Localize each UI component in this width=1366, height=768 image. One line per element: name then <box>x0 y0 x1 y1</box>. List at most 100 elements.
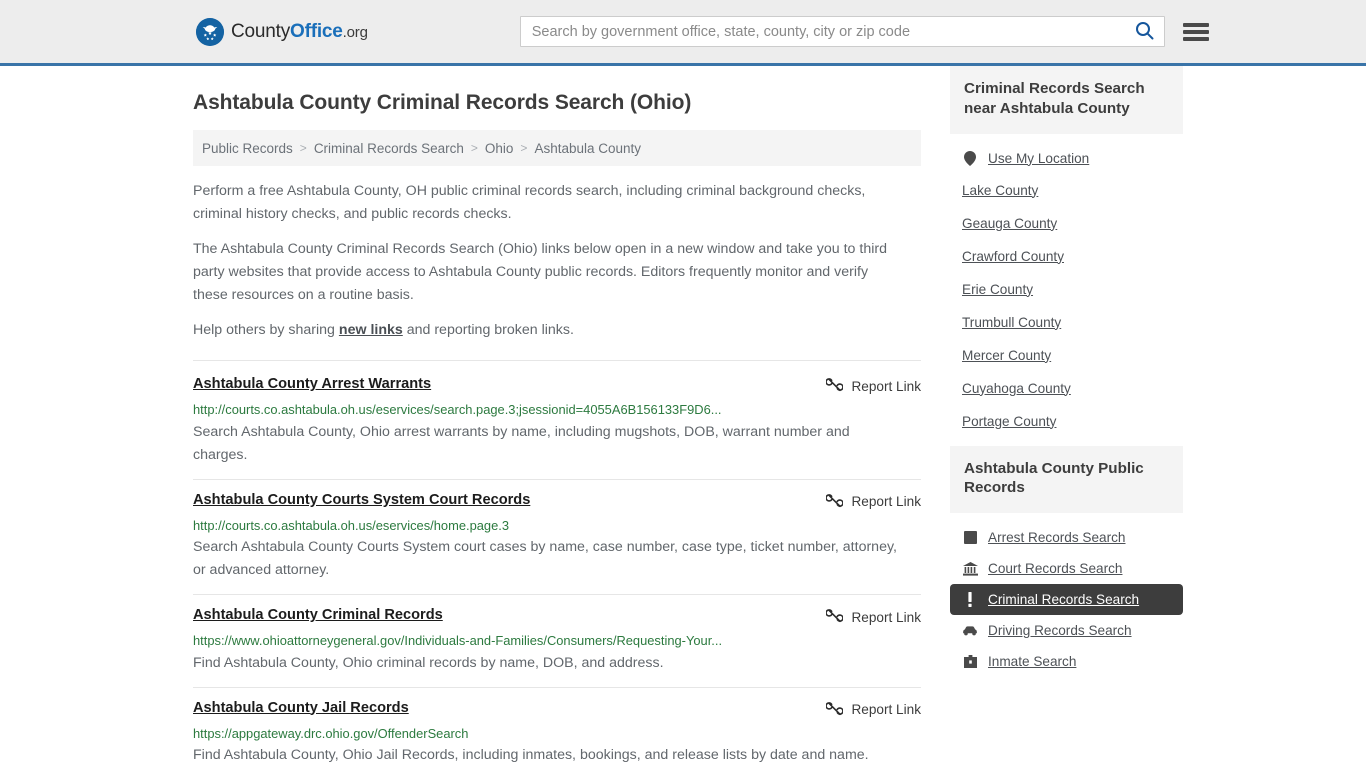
broken-link-icon <box>825 700 845 720</box>
search-input[interactable] <box>519 16 1165 47</box>
report-link-button[interactable]: Report Link <box>825 376 921 396</box>
result-header: Ashtabula County Arrest Warrants Report L… <box>193 375 921 396</box>
nearby-county-link[interactable]: Portage County <box>950 405 1183 438</box>
result-title-link[interactable]: Ashtabula County Criminal Records <box>193 606 443 625</box>
public-records-link-label: Court Records Search <box>988 561 1123 576</box>
jail-building-icon <box>962 655 978 668</box>
report-link-button[interactable]: Report Link <box>825 607 921 627</box>
public-records-link-label: Arrest Records Search <box>988 530 1126 545</box>
site-logo-text: CountyOffice.org <box>231 22 368 41</box>
hamburger-bar <box>1182 22 1209 27</box>
new-links-link[interactable]: new links <box>339 322 403 338</box>
nearby-county-link[interactable]: Trumbull County <box>950 306 1183 339</box>
public-records-link-list: Arrest Records Search Court Records Searc… <box>950 513 1183 677</box>
result-url[interactable]: https://appgateway.drc.ohio.gov/Offender… <box>193 725 921 742</box>
map-pin-icon <box>962 150 978 166</box>
report-link-label: Report Link <box>851 609 921 625</box>
result-header: Ashtabula County Jail Records Report Link <box>193 699 921 720</box>
result-url[interactable]: http://courts.co.ashtabula.oh.us/eservic… <box>193 517 921 534</box>
intro-paragraph-3: Help others by sharing new links and rep… <box>193 319 905 342</box>
report-link-label: Report Link <box>851 378 921 394</box>
report-link-button[interactable]: Report Link <box>825 492 921 512</box>
public-records-link[interactable]: Court Records Search <box>950 553 1183 584</box>
logo-text-part3: .org <box>342 24 368 41</box>
nearby-panel-heading: Criminal Records Search near Ashtabula C… <box>950 66 1183 134</box>
result-header: Ashtabula County Criminal Records Report … <box>193 606 921 627</box>
result-title-link[interactable]: Ashtabula County Arrest Warrants <box>193 375 431 394</box>
page-title: Ashtabula County Criminal Records Search… <box>193 91 692 114</box>
public-records-link[interactable]: Arrest Records Search <box>950 522 1183 553</box>
public-records-link[interactable]: Driving Records Search <box>950 615 1183 646</box>
search-icon <box>1135 21 1154 43</box>
breadcrumb-item-ashtabula-county[interactable]: Ashtabula County <box>534 141 641 156</box>
logo-text-part2: Office <box>290 21 343 42</box>
result-description: Search Ashtabula County, Ohio arrest war… <box>193 423 850 463</box>
hamburger-bar <box>1182 36 1209 41</box>
broken-link-icon <box>825 376 845 396</box>
intro-p3-after: and reporting broken links. <box>402 322 574 339</box>
broken-link-icon <box>825 492 845 512</box>
breadcrumb-separator: > <box>520 141 528 156</box>
sidebar: Criminal Records Search near Ashtabula C… <box>950 66 1183 685</box>
courthouse-icon <box>962 561 978 576</box>
public-records-link-label: Inmate Search <box>988 654 1077 669</box>
use-my-location-link[interactable]: Use My Location <box>950 143 1183 174</box>
exclamation-mark-icon <box>962 592 978 607</box>
nearby-county-link[interactable]: Mercer County <box>950 339 1183 372</box>
car-icon <box>962 625 978 636</box>
logo-text-part1: County <box>231 21 291 42</box>
nearby-panel: Criminal Records Search near Ashtabula C… <box>950 66 1183 438</box>
search-button[interactable] <box>1128 16 1162 47</box>
nearby-county-link[interactable]: Erie County <box>950 273 1183 306</box>
breadcrumb-item-ohio[interactable]: Ohio <box>485 141 514 156</box>
nearby-county-link[interactable]: Crawford County <box>950 240 1183 273</box>
result-title-link[interactable]: Ashtabula County Courts System Court Rec… <box>193 491 530 510</box>
hamburger-bar <box>1182 29 1209 34</box>
result-item: Ashtabula County Jail Records Report Link… <box>193 688 921 768</box>
public-records-link-label: Driving Records Search <box>988 623 1132 638</box>
result-url[interactable]: http://courts.co.ashtabula.oh.us/eservic… <box>193 401 921 418</box>
site-header: CountyOffice.org <box>0 0 1366 63</box>
breadcrumb-item-public-records[interactable]: Public Records <box>202 141 293 156</box>
nearby-county-link[interactable]: Cuyahoga County <box>950 372 1183 405</box>
public-records-panel: Ashtabula County Public Records Arrest R… <box>950 445 1183 678</box>
result-description: Find Ashtabula County, Ohio criminal rec… <box>193 654 664 671</box>
nearby-county-list: Lake County Geauga County Crawford County E… <box>950 174 1183 438</box>
report-link-button[interactable]: Report Link <box>825 700 921 720</box>
intro-text: Perform a free Ashtabula County, OH publ… <box>193 180 921 342</box>
report-link-label: Report Link <box>851 702 921 718</box>
main-content: Ashtabula County Criminal Records Search… <box>193 66 921 768</box>
breadcrumb: Public Records > Criminal Records Search… <box>193 130 921 167</box>
public-records-panel-heading: Ashtabula County Public Records <box>950 445 1183 513</box>
result-item: Ashtabula County Courts System Court Rec… <box>193 480 921 596</box>
intro-p3-before: Help others by sharing <box>193 322 339 339</box>
report-link-label: Report Link <box>851 494 921 510</box>
result-title-link[interactable]: Ashtabula County Jail Records <box>193 699 409 718</box>
intro-paragraph-1: Perform a free Ashtabula County, OH publ… <box>193 183 866 223</box>
result-description: Find Ashtabula County, Ohio Jail Records… <box>193 746 869 763</box>
search-box <box>519 16 1165 47</box>
site-logo[interactable]: CountyOffice.org <box>196 17 368 46</box>
public-records-link[interactable]: Inmate Search <box>950 646 1183 677</box>
nearby-county-link[interactable]: Lake County <box>950 174 1183 207</box>
result-description: Search Ashtabula County Courts System co… <box>193 539 897 579</box>
hamburger-menu-icon[interactable] <box>1182 21 1209 43</box>
breadcrumb-item-criminal-records-search[interactable]: Criminal Records Search <box>314 141 464 156</box>
public-records-link-label: Criminal Records Search <box>988 592 1140 607</box>
use-my-location-label: Use My Location <box>988 150 1090 166</box>
breadcrumb-separator: > <box>299 141 307 156</box>
result-item: Ashtabula County Arrest Warrants Report L… <box>193 360 921 480</box>
intro-paragraph-2: The Ashtabula County Criminal Records Se… <box>193 241 887 304</box>
result-url[interactable]: https://www.ohioattorneygeneral.gov/Indi… <box>193 632 921 649</box>
public-records-link[interactable]: Criminal Records Search <box>950 584 1183 615</box>
result-item: Ashtabula County Criminal Records Report … <box>193 595 921 688</box>
fingerprint-card-icon <box>962 531 978 544</box>
eagle-seal-icon <box>196 17 224 46</box>
broken-link-icon <box>825 607 845 627</box>
results-list: Ashtabula County Arrest Warrants Report L… <box>193 360 921 768</box>
breadcrumb-separator: > <box>470 141 478 156</box>
page-body: Ashtabula County Criminal Records Search… <box>0 66 1366 768</box>
nearby-panel-body: Use My Location Lake County Geauga County… <box>950 134 1183 438</box>
result-header: Ashtabula County Courts System Court Rec… <box>193 491 921 512</box>
nearby-county-link[interactable]: Geauga County <box>950 207 1183 240</box>
